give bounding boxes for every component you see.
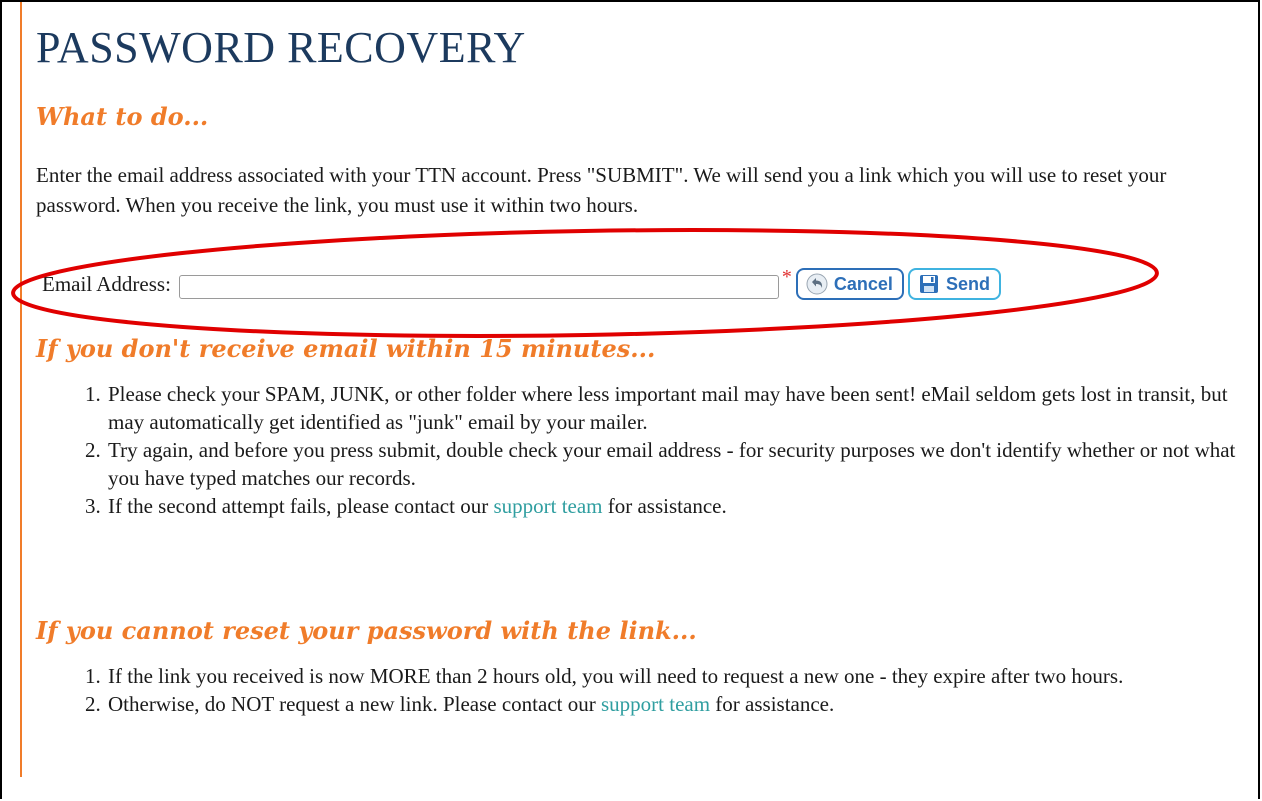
list-item-text: for assistance.: [602, 494, 727, 518]
list-item: If the link you received is now MORE tha…: [106, 662, 1262, 690]
cancel-button[interactable]: Cancel: [795, 268, 904, 300]
cancel-button-label: Cancel: [833, 273, 893, 294]
email-form-row: Email Address: * Cancel Send: [42, 264, 1005, 304]
support-team-link[interactable]: support team: [493, 494, 602, 518]
no-email-steps: Please check your SPAM, JUNK, or other f…: [36, 380, 1262, 520]
cannot-reset-heading: If you cannot reset your password with t…: [36, 616, 697, 645]
email-input[interactable]: [178, 275, 779, 299]
email-label: Email Address:: [42, 271, 171, 296]
list-item: Please check your SPAM, JUNK, or other f…: [106, 380, 1262, 436]
list-item: Try again, and before you press submit, …: [106, 436, 1262, 492]
list-item: Otherwise, do NOT request a new link. Pl…: [106, 690, 1262, 718]
page-title: PASSWORD RECOVERY: [36, 23, 526, 72]
list-item: If the second attempt fails, please cont…: [106, 492, 1262, 520]
cannot-reset-steps: If the link you received is now MORE tha…: [36, 662, 1262, 718]
save-disk-icon: [918, 273, 940, 295]
send-button-label: Send: [945, 273, 990, 294]
send-button[interactable]: Send: [907, 268, 1001, 300]
instructions-text: Enter the email address associated with …: [36, 163, 1167, 217]
recovery-content: PASSWORD RECOVERY What to do... Enter th…: [20, 2, 1256, 777]
list-item-text: Otherwise, do NOT request a new link. Pl…: [108, 692, 601, 716]
list-item-text: If the second attempt fails, please cont…: [108, 494, 494, 518]
list-item-text: for assistance.: [710, 692, 835, 716]
what-to-do-heading: What to do...: [36, 102, 209, 131]
required-marker: *: [781, 266, 792, 288]
no-email-heading: If you don't receive email within 15 min…: [36, 334, 656, 363]
support-team-link[interactable]: support team: [601, 692, 710, 716]
undo-icon: [806, 273, 828, 295]
